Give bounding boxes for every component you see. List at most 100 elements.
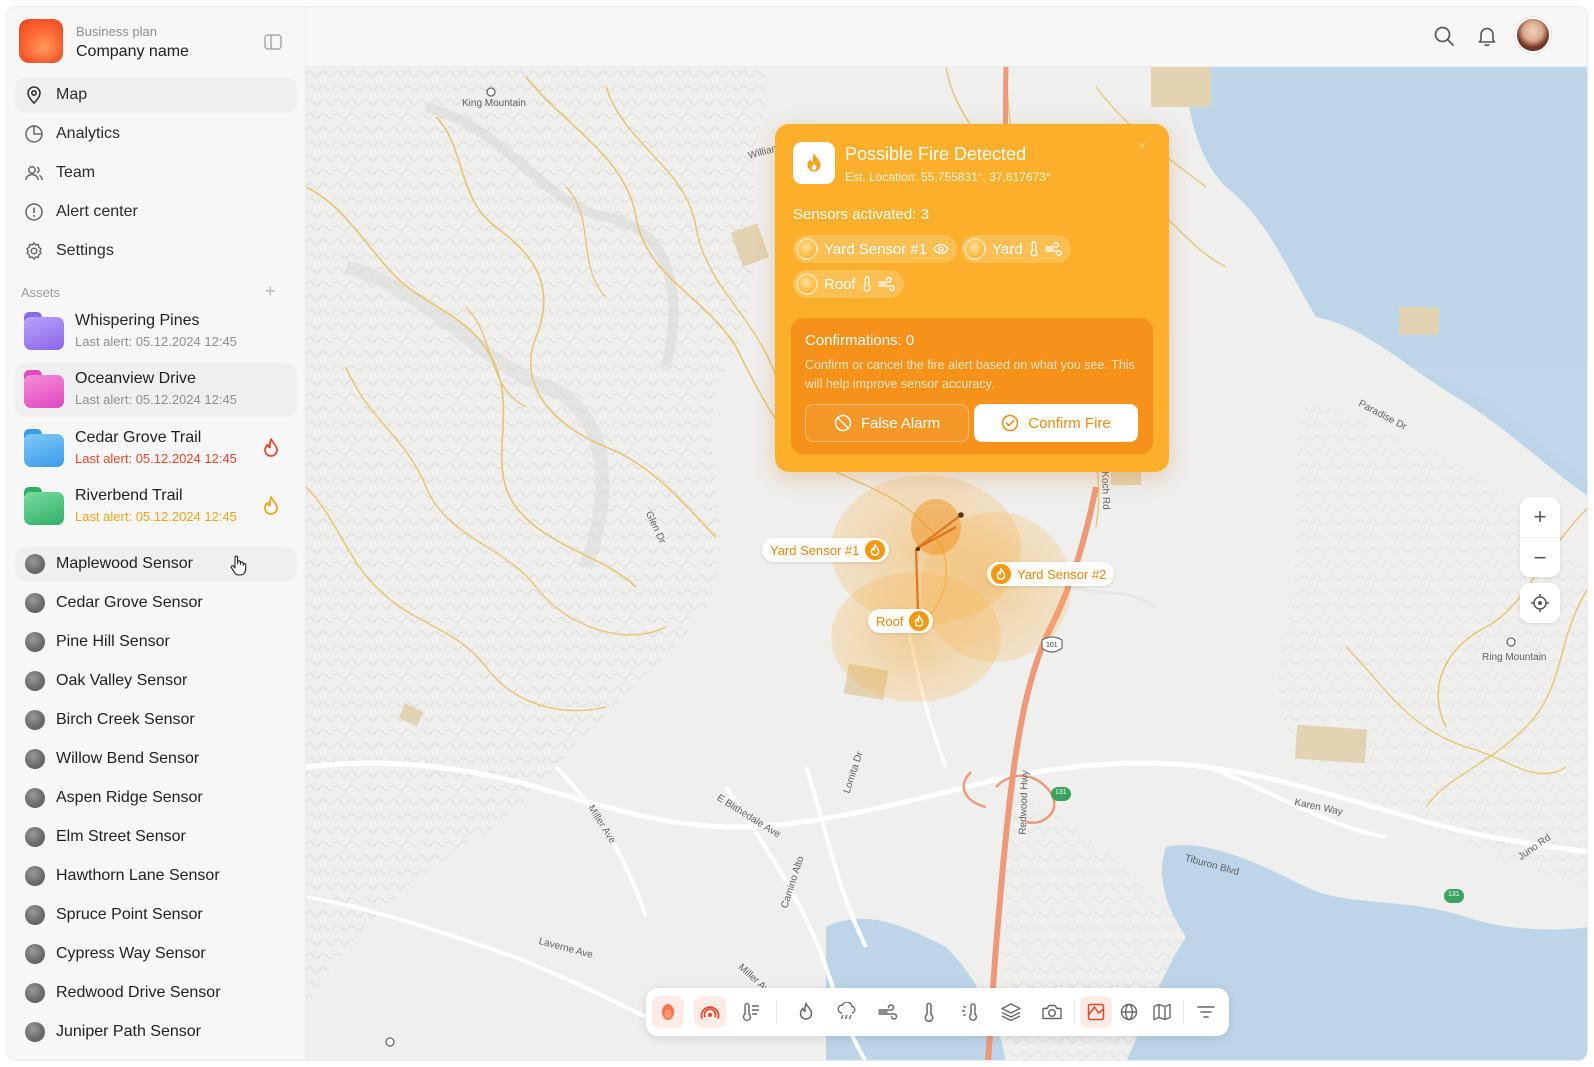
nav-map[interactable]: Map [15, 77, 297, 113]
sensor-status-dot [25, 905, 45, 925]
company-name: Company name [76, 43, 189, 60]
thermometer-icon [1029, 241, 1038, 257]
sensor-status-dot [25, 671, 45, 691]
check-circle-icon [1001, 414, 1019, 432]
sensor-status-dot [25, 749, 45, 769]
route-label-131b: 131 [1448, 891, 1460, 898]
asset-name: Riverbend Trail [75, 487, 183, 504]
pin-label: Yard Sensor #1 [770, 542, 860, 558]
sensor-chip-roof[interactable]: Roof [793, 270, 904, 298]
pin-label: Roof [876, 613, 904, 629]
sensor-item[interactable]: Juniper Path Sensor [15, 1015, 297, 1049]
route-label-101: 101 [1046, 642, 1058, 649]
tool-layers[interactable] [995, 996, 1027, 1028]
tool-temperature-list[interactable] [735, 996, 767, 1028]
wind-icon [878, 277, 895, 291]
sensor-item[interactable]: Cedar Grove Sensor [15, 586, 297, 620]
asset-name: Cedar Grove Trail [75, 429, 202, 446]
tool-rain[interactable] [831, 996, 863, 1028]
sensor-status-dot [25, 944, 45, 964]
tool-wind[interactable] [872, 996, 904, 1028]
nav-alert-center[interactable]: Alert center [15, 194, 297, 230]
top-bar [306, 7, 1587, 67]
hand-cursor-icon [230, 555, 247, 576]
sensor-name: Hawthorn Lane Sensor [56, 867, 220, 884]
map-view[interactable]: King Mountain Ring Mountain Glen Dr Para… [306, 67, 1587, 1060]
sensor-item[interactable]: Hawthorn Lane Sensor [15, 859, 297, 893]
app-window: Business plan Company name Map Analytics… [6, 6, 1588, 1061]
sidebar-toggle-icon[interactable] [263, 32, 283, 52]
sensor-item[interactable]: Pine Hill Sensor [15, 625, 297, 659]
asset-item[interactable]: Whispering Pines Last alert: 05.12.2024 … [15, 305, 297, 359]
sensor-item[interactable]: Willow Bend Sensor [15, 742, 297, 776]
sensor-item[interactable]: Maplewood Sensor [15, 547, 297, 581]
user-avatar[interactable] [1515, 17, 1551, 53]
nav-label: Alert center [56, 203, 138, 220]
company-switcher[interactable]: Business plan Company name [19, 19, 295, 65]
tool-heat-signal[interactable] [694, 996, 726, 1028]
sensor-status-dot [25, 710, 45, 730]
tool-fire-layer[interactable] [652, 996, 684, 1028]
asset-item[interactable]: Riverbend Trail Last alert: 05.12.2024 1… [15, 480, 297, 534]
sensor-chip-yard[interactable]: Yard [961, 235, 1071, 263]
tool-camera[interactable] [1036, 996, 1068, 1028]
asset-last-alert: Last alert: 05.12.2024 12:45 [75, 509, 237, 524]
tool-map[interactable] [1146, 996, 1178, 1028]
tool-map-style-red[interactable] [1080, 996, 1112, 1028]
popup-location: Est. Location: 55,755831°, 37,617673° [845, 170, 1051, 184]
bell-icon[interactable] [1476, 25, 1498, 47]
sensor-dot-icon [796, 273, 818, 295]
tool-filter[interactable] [1190, 996, 1222, 1028]
sensor-pin-roof[interactable]: Roof [868, 609, 934, 633]
toolbar-divider [1074, 1000, 1075, 1024]
chip-label: Yard Sensor #1 [824, 240, 928, 258]
sidebar: Business plan Company name Map Analytics… [7, 7, 306, 1060]
asset-item[interactable]: Oceanview Drive Last alert: 05.12.2024 1… [15, 363, 297, 417]
nav-settings[interactable]: Settings [15, 233, 297, 269]
alert-icon [25, 203, 43, 221]
sensor-item[interactable]: Cypress Way Sensor [15, 937, 297, 971]
flame-icon [799, 1002, 813, 1020]
tool-temperature[interactable] [913, 996, 945, 1028]
sensor-item[interactable]: Spruce Point Sensor [15, 898, 297, 932]
sensor-name: Cedar Grove Sensor [56, 594, 203, 611]
sensor-item[interactable]: Aspen Ridge Sensor [15, 781, 297, 815]
zoom-in-button[interactable]: + [1520, 497, 1560, 537]
tool-sun-temperature[interactable] [954, 996, 986, 1028]
close-icon[interactable]: × [1137, 138, 1146, 156]
sensor-name: Birch Creek Sensor [56, 711, 195, 728]
sensor-status-dot [25, 632, 45, 652]
plan-label: Business plan [76, 24, 157, 39]
sensor-status-dot [25, 554, 45, 574]
sensor-item[interactable]: Redwood Drive Sensor [15, 976, 297, 1010]
nav-analytics[interactable]: Analytics [15, 116, 297, 152]
camera-icon [1042, 1004, 1062, 1020]
asset-item[interactable]: Cedar Grove Trail Last alert: 05.12.2024… [15, 422, 297, 476]
zoom-out-button[interactable]: − [1520, 537, 1560, 577]
asset-last-alert: Last alert: 05.12.2024 12:45 [75, 334, 237, 349]
tool-globe[interactable] [1113, 996, 1145, 1028]
folder-icon [24, 487, 64, 525]
false-alarm-button[interactable]: False Alarm [805, 404, 969, 442]
map-icon [1153, 1003, 1171, 1021]
fire-icon [909, 611, 930, 631]
sensor-item[interactable]: Elm Street Sensor [15, 820, 297, 854]
sensor-chip-yard-sensor-1[interactable]: Yard Sensor #1 [793, 235, 958, 263]
analytics-icon [25, 125, 43, 143]
sensor-item[interactable]: Oak Valley Sensor [15, 664, 297, 698]
confirm-fire-button[interactable]: Confirm Fire [974, 404, 1138, 442]
nav-team[interactable]: Team [15, 155, 297, 191]
false-alarm-label: False Alarm [860, 414, 941, 432]
nav-label: Settings [56, 242, 114, 259]
map-label-king-mountain: King Mountain [462, 98, 526, 109]
sensor-pin-yard-2[interactable]: Yard Sensor #2 [987, 562, 1115, 586]
locate-button[interactable] [1520, 583, 1560, 623]
sensor-pin-yard-1[interactable]: Yard Sensor #1 [762, 538, 890, 562]
search-icon[interactable] [1433, 25, 1455, 47]
folder-icon [24, 312, 64, 350]
sensor-name: Spruce Point Sensor [56, 906, 203, 923]
tool-fire[interactable] [790, 996, 822, 1028]
sensor-name: Pine Hill Sensor [56, 633, 170, 650]
sensor-item[interactable]: Birch Creek Sensor [15, 703, 297, 737]
add-asset-button[interactable]: + [265, 282, 276, 300]
